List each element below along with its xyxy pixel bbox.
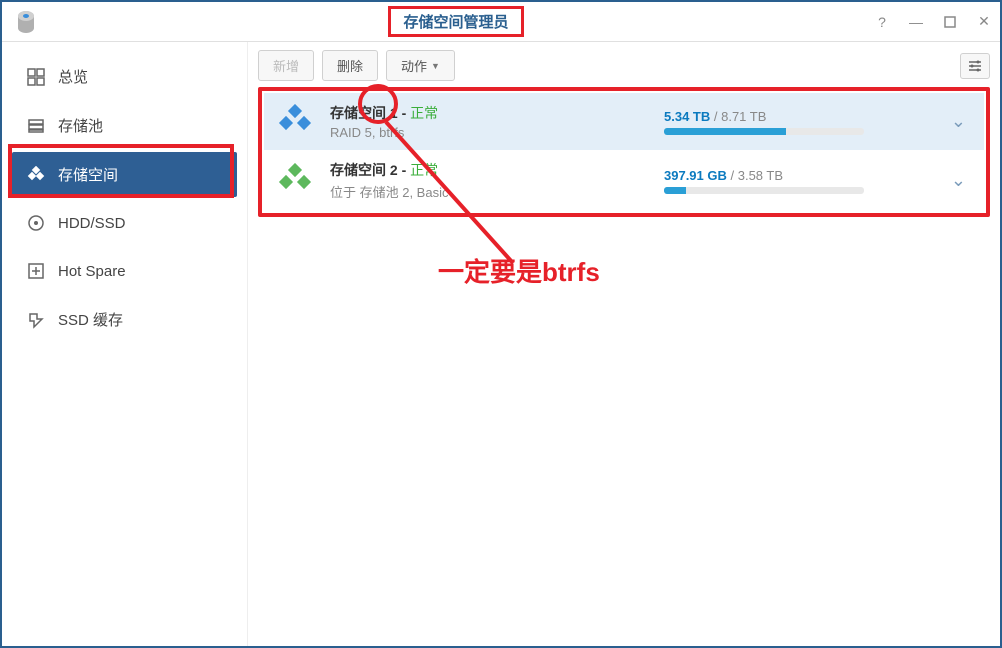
volume-cubes-icon [276,163,316,199]
sidebar-label: Hot Spare [58,263,126,280]
usage-total: 8.71 TB [721,109,766,124]
chevron-down-icon: ▼ [431,61,440,71]
volume-name: 存储空间 1 [330,105,398,121]
help-button[interactable]: ? [874,14,890,30]
new-button[interactable]: 新增 [258,50,314,81]
volume-sub: RAID 5, btrfs [330,125,650,140]
hdd-icon [26,213,46,233]
volume-sub: 位于 存储池 2, Basic [330,182,650,201]
usage-bar [664,187,864,194]
main-panel: 新增 删除 动作▼ 存储空间 1 - 正常 RAID 5, btrfs 5.34… [248,42,1000,646]
volume-row[interactable]: 存储空间 1 - 正常 RAID 5, btrfs 5.34 TB / 8.71… [264,93,984,150]
ssdcache-icon [26,310,46,330]
sidebar-item-pool[interactable]: 存储池 [12,103,237,148]
minimize-button[interactable]: — [908,14,924,30]
usage-bar [664,128,864,135]
settings-button[interactable] [960,53,990,79]
volume-cubes-icon [276,104,316,140]
sidebar-label: 存储池 [58,115,103,136]
titlebar: 存储空间管理员 ? — ✕ [2,2,1000,42]
sidebar-item-hotspare[interactable]: Hot Spare [12,249,237,293]
volume-row[interactable]: 存储空间 2 - 正常 位于 存储池 2, Basic 397.91 GB / … [264,150,984,211]
close-button[interactable]: ✕ [976,14,992,30]
sidebar-item-hdd[interactable]: HDD/SSD [12,201,237,245]
sidebar-label: HDD/SSD [58,215,126,232]
usage-used: 5.34 TB [664,109,710,124]
sidebar-label: 总览 [58,66,88,87]
sidebar-highlight-box [8,144,234,198]
hotspare-icon [26,261,46,281]
pool-icon [26,116,46,136]
sidebar: 总览 存储池 存储空间 HDD/SSD Hot Spare SSD 缓存 [2,42,248,646]
volume-status: 正常 [410,105,438,121]
volumes-highlight-box: 存储空间 1 - 正常 RAID 5, btrfs 5.34 TB / 8.71… [258,87,990,217]
sidebar-label: SSD 缓存 [58,309,123,330]
app-icon [14,10,38,34]
maximize-button[interactable] [942,14,958,30]
expand-chevron-icon[interactable]: ⌄ [945,111,972,132]
delete-button[interactable]: 删除 [322,50,378,81]
toolbar: 新增 删除 动作▼ [248,42,1000,87]
title-highlight: 存储空间管理员 [388,6,523,37]
overview-icon [26,67,46,87]
annotation-text: 一定要是btrfs [438,252,600,289]
action-button[interactable]: 动作▼ [386,50,455,81]
expand-chevron-icon[interactable]: ⌄ [945,170,972,191]
volume-status: 正常 [410,162,438,178]
usage-total: 3.58 TB [738,168,783,183]
window-title: 存储空间管理员 [403,14,508,31]
sidebar-item-overview[interactable]: 总览 [12,54,237,99]
sidebar-item-ssdcache[interactable]: SSD 缓存 [12,297,237,342]
usage-used: 397.91 GB [664,168,727,183]
volume-name: 存储空间 2 [330,162,398,178]
